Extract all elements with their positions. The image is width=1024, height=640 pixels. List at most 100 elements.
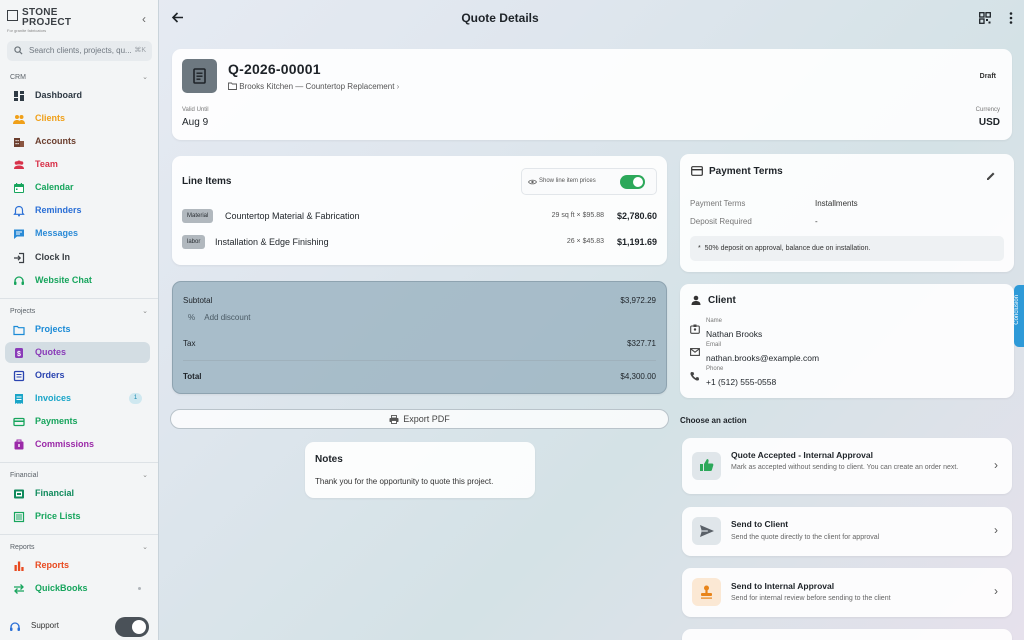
sidebar-item-invoices[interactable]: Invoices 1 xyxy=(5,388,150,409)
sidebar-item-reminders[interactable]: Reminders xyxy=(5,200,150,221)
calendar-icon xyxy=(14,183,24,193)
section-projects[interactable]: Projects ⌄ xyxy=(10,307,148,317)
total-label: Total xyxy=(183,372,202,381)
action-send-to-client[interactable]: Send to Client Send the quote directly t… xyxy=(682,507,1012,556)
deposit-value: - xyxy=(815,217,818,226)
chevron-right-icon: › xyxy=(396,82,400,91)
payment-terms-label: Payment Terms xyxy=(690,199,746,208)
section-financial[interactable]: Financial ⌄ xyxy=(10,471,148,481)
section-label: CRM xyxy=(10,74,26,81)
show-prices-label: Show line item prices xyxy=(539,178,596,184)
phone-icon xyxy=(690,372,699,381)
chevron-down-icon: ⌄ xyxy=(142,544,148,551)
client-phone[interactable]: +1 (512) 555-0558 xyxy=(706,377,776,387)
tax-value: $327.71 xyxy=(627,339,656,348)
sidebar-item-messages[interactable]: Messages xyxy=(5,223,150,244)
edit-pencil-icon[interactable] xyxy=(986,171,996,181)
sidebar: STONE PROJECT For granite fabricators ‹ … xyxy=(0,0,159,640)
search-input[interactable]: Search clients, projects, qu... ⌘K xyxy=(7,41,152,61)
messages-icon xyxy=(14,229,24,239)
sidebar-item-clients[interactable]: Clients xyxy=(5,108,150,129)
sidebar-item-calendar[interactable]: Calendar xyxy=(5,177,150,198)
search-shortcut: ⌘K xyxy=(134,47,146,54)
sidebar-item-label: Projects xyxy=(35,324,71,334)
sidebar-item-price-lists[interactable]: Price Lists xyxy=(5,506,150,527)
sidebar-item-financial[interactable]: Financial xyxy=(5,483,150,504)
add-discount-button[interactable]: % Add discount xyxy=(188,313,251,327)
export-pdf-button[interactable]: Export PDF xyxy=(170,409,669,429)
deposit-label: Deposit Required xyxy=(690,217,752,226)
section-reports[interactable]: Reports ⌄ xyxy=(10,543,148,553)
quote-doc-icon xyxy=(182,59,217,93)
qr-grid-icon[interactable] xyxy=(979,12,991,24)
invoices-count-badge: 1 xyxy=(129,393,142,404)
sidebar-item-reports[interactable]: Reports xyxy=(5,555,150,576)
sidebar-item-label: Reminders xyxy=(35,205,82,215)
action-quote-accepted[interactable]: Quote Accepted - Internal Approval Mark … xyxy=(682,438,1012,494)
sidebar-item-label: Clients xyxy=(35,113,66,123)
more-vertical-icon[interactable] xyxy=(1008,12,1014,24)
payment-note: * 50% deposit on approval, balance due o… xyxy=(690,236,1004,261)
side-tab[interactable]: Conclusion xyxy=(1014,285,1024,347)
payment-terms-card: Payment Terms Payment Terms Installments… xyxy=(680,154,1014,272)
action-card-partial[interactable] xyxy=(682,629,1012,640)
clients-icon xyxy=(13,115,25,124)
section-label: Reports xyxy=(10,544,35,551)
payment-terms-value: Installments xyxy=(815,199,858,208)
app-logo[interactable]: STONE PROJECT For granite fabricators xyxy=(7,8,127,34)
sidebar-item-orders[interactable]: Orders xyxy=(5,365,150,386)
sidebar-item-projects[interactable]: Projects xyxy=(5,319,150,340)
show-prices-control: Show line item prices xyxy=(521,168,657,195)
section-crm[interactable]: CRM ⌄ xyxy=(10,73,148,83)
sidebar-item-label: Reports xyxy=(35,560,70,570)
item-type-tag: labor xyxy=(182,235,206,249)
sidebar-divider xyxy=(0,298,158,299)
payment-note-text: 50% deposit on approval, balance due on … xyxy=(704,245,871,252)
valid-until-value: Aug 9 xyxy=(182,117,209,128)
item-amount: $2,780.60 xyxy=(616,211,657,221)
tax-label: Tax xyxy=(183,339,196,348)
credit-card-icon xyxy=(691,166,703,176)
sidebar-item-quotes[interactable]: $ Quotes xyxy=(5,342,150,363)
logo-text-line2: PROJECT xyxy=(22,17,72,28)
back-arrow-icon[interactable] xyxy=(171,11,184,24)
support-label: Support xyxy=(31,621,60,630)
sidebar-item-team[interactable]: Team xyxy=(5,154,150,175)
payments-icon xyxy=(13,417,25,427)
item-quantity: 29 sq ft × $95.88 xyxy=(551,212,604,219)
action-title: Send to Client xyxy=(731,519,789,529)
support-toggle[interactable] xyxy=(115,617,149,637)
action-send-internal-approval[interactable]: Send to Internal Approval Send for inter… xyxy=(682,568,1012,617)
invoices-icon xyxy=(15,394,23,404)
quote-header-card: Q-2026-00001 Brooks Kitchen — Countertop… xyxy=(172,49,1012,140)
projects-icon xyxy=(13,325,25,336)
sidebar-item-commissions[interactable]: Commissions xyxy=(5,434,150,455)
sidebar-item-label: QuickBooks xyxy=(35,583,88,593)
sidebar-item-label: Accounts xyxy=(35,136,77,146)
sidebar-divider xyxy=(0,462,158,463)
side-tab-label: Conclusion xyxy=(1014,295,1020,325)
commissions-icon xyxy=(14,439,24,450)
show-prices-toggle[interactable] xyxy=(620,175,645,189)
project-link[interactable]: Brooks Kitchen — Countertop Replacement … xyxy=(228,82,399,92)
support-row[interactable]: Support xyxy=(0,612,158,640)
clock-in-icon xyxy=(14,252,25,264)
sidebar-item-website-chat[interactable]: Website Chat xyxy=(5,270,150,291)
client-email[interactable]: nathan.brooks@example.com xyxy=(706,353,819,363)
email-icon xyxy=(690,348,700,356)
sidebar-item-label: Invoices xyxy=(35,393,72,403)
search-icon xyxy=(14,46,23,55)
chevron-right-icon: › xyxy=(994,584,998,598)
collapse-sidebar-button[interactable]: ‹ xyxy=(138,12,150,26)
project-name: Brooks Kitchen — Countertop Replacement xyxy=(239,82,395,91)
item-amount: $1,191.69 xyxy=(616,237,657,247)
sidebar-item-label: Calendar xyxy=(35,182,74,192)
sidebar-item-clock-in[interactable]: Clock In xyxy=(5,247,150,268)
sidebar-item-dashboard[interactable]: Dashboard xyxy=(5,85,150,106)
sidebar-item-payments[interactable]: Payments xyxy=(5,411,150,432)
sidebar-item-accounts[interactable]: Accounts xyxy=(5,131,150,152)
sidebar-item-quickbooks[interactable]: QuickBooks xyxy=(5,578,150,599)
sidebar-item-label: Dashboard xyxy=(35,90,83,100)
action-title: Send to Internal Approval xyxy=(731,581,835,591)
sidebar-item-label: Website Chat xyxy=(35,275,92,285)
